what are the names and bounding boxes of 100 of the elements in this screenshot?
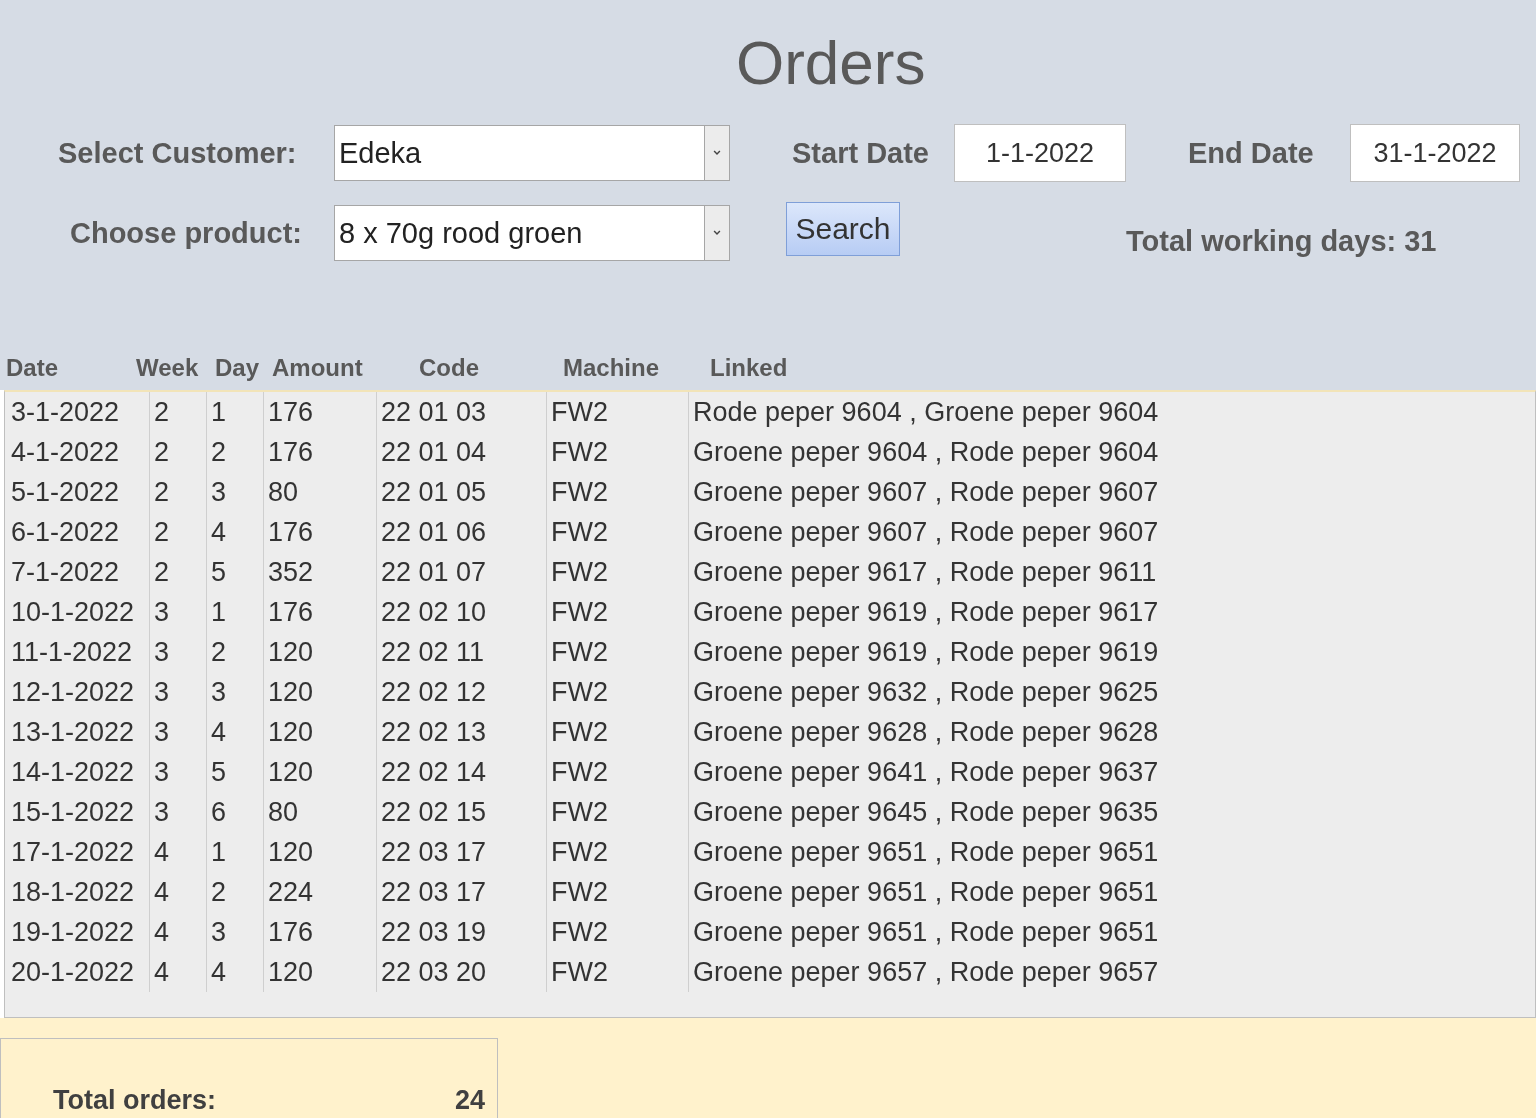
- table-cell: 2: [149, 392, 206, 433]
- table-cell-text: 5-1-2022: [10, 476, 121, 510]
- table-cell-text: 3-1-2022: [10, 396, 121, 430]
- table-cell: 3: [149, 712, 206, 753]
- table-cell-text: 4-1-2022: [10, 436, 121, 470]
- table-cell: 22 01 04: [376, 432, 546, 473]
- product-dropdown[interactable]: 8 x 70g rood groen: [334, 205, 730, 261]
- table-cell: Rode peper 9604 , Groene peper 9604: [688, 392, 1535, 433]
- table-cell: 22 02 11: [376, 632, 546, 673]
- table-cell: 3: [206, 912, 263, 953]
- table-cell: Groene peper 9651 , Rode peper 9651: [688, 832, 1535, 873]
- table-cell: 1: [206, 392, 263, 433]
- table-cell: 3: [206, 472, 263, 513]
- table-cell: Groene peper 9604 , Rode peper 9604: [688, 432, 1535, 473]
- table-cell: 5: [206, 752, 263, 793]
- table-cell: 224: [263, 872, 376, 913]
- table-cell: FW2: [546, 552, 688, 593]
- column-header: Week: [136, 354, 200, 383]
- table-cell: Groene peper 9657 , Rode peper 9657: [688, 952, 1535, 993]
- table-cell-text: 13-1-2022: [10, 716, 136, 750]
- table-cell: 2: [149, 512, 206, 553]
- table-cell: 120: [263, 752, 376, 793]
- table-cell: 4: [149, 832, 206, 873]
- table-cell-text: 11-1-2022: [10, 636, 134, 670]
- table-cell: FW2: [546, 712, 688, 753]
- table-cell: 4: [149, 872, 206, 913]
- table-cell: FW2: [546, 472, 688, 513]
- column-header: Date: [5, 354, 60, 383]
- table-cell: FW2: [546, 832, 688, 873]
- table-cell: 3: [149, 672, 206, 713]
- table-cell: Groene peper 9607 , Rode peper 9607: [688, 512, 1535, 553]
- start-date-label: Start Date: [792, 136, 930, 170]
- table-cell: 120: [263, 632, 376, 673]
- table-cell: 120: [263, 952, 376, 993]
- table-cell: 2: [149, 552, 206, 593]
- table-cell: 80: [263, 472, 376, 513]
- search-button[interactable]: Search: [786, 202, 900, 256]
- table-cell: 3: [149, 592, 206, 633]
- table-cell: Groene peper 9619 , Rode peper 9619: [688, 632, 1535, 673]
- table-cell: 2: [206, 872, 263, 913]
- table-cell: 22 02 14: [376, 752, 546, 793]
- table-cell: 4: [206, 512, 263, 553]
- table-cell: Groene peper 9632 , Rode peper 9625: [688, 672, 1535, 713]
- table-cell: FW2: [546, 872, 688, 913]
- column-header: Machine: [563, 354, 661, 383]
- table-cell: 3: [149, 752, 206, 793]
- table-cell: Groene peper 9641 , Rode peper 9637: [688, 752, 1535, 793]
- start-date-field[interactable]: 1-1-2022: [954, 124, 1126, 182]
- table-cell: FW2: [546, 632, 688, 673]
- table-cell: Groene peper 9617 , Rode peper 9611: [688, 552, 1535, 593]
- table-cell-text: 18-1-2022: [10, 876, 136, 910]
- working-days-label: Total working days: 31: [1126, 224, 1437, 258]
- end-date-label: End Date: [1188, 136, 1315, 170]
- table-cell: 120: [263, 832, 376, 873]
- end-date-field[interactable]: 31-1-2022: [1350, 124, 1520, 182]
- table-cell: 176: [263, 912, 376, 953]
- product-label: Choose product:: [70, 216, 303, 250]
- table-cell: FW2: [546, 912, 688, 953]
- table-cell: 120: [263, 712, 376, 753]
- table-cell: FW2: [546, 792, 688, 833]
- table-cell: 1: [206, 832, 263, 873]
- table-cell: 80: [263, 792, 376, 833]
- table-cell-text: 20-1-2022: [10, 956, 136, 990]
- table-cell-text: 15-1-2022: [10, 796, 136, 830]
- table-cell: 1: [206, 592, 263, 633]
- table-cell: FW2: [546, 952, 688, 993]
- table-cell-text: 12-1-2022: [10, 676, 136, 710]
- table-cell: 3: [206, 672, 263, 713]
- customer-dropdown[interactable]: Edeka: [334, 125, 730, 181]
- table-cell: 4: [149, 952, 206, 993]
- table-cell: 5: [206, 552, 263, 593]
- table-cell: 22 03 19: [376, 912, 546, 953]
- column-header: Linked: [710, 354, 789, 383]
- table-cell: 22 02 12: [376, 672, 546, 713]
- table-cell: Groene peper 9651 , Rode peper 9651: [688, 912, 1535, 953]
- table-cell: 352: [263, 552, 376, 593]
- table-cell: 2: [149, 472, 206, 513]
- table-cell: FW2: [546, 592, 688, 633]
- table-cell: 176: [263, 432, 376, 473]
- table-cell: 176: [263, 392, 376, 433]
- table-cell: 4: [149, 912, 206, 953]
- total-orders-value: 24: [454, 1085, 485, 1116]
- table-cell-text: 6-1-2022: [10, 516, 121, 550]
- table-cell-text: 19-1-2022: [10, 916, 136, 950]
- table-cell: 22 03 17: [376, 872, 546, 913]
- table-cell: 22 01 06: [376, 512, 546, 553]
- table-cell-text: 10-1-2022: [10, 596, 136, 630]
- table-cell: 176: [263, 512, 376, 553]
- table-cell: 2: [206, 632, 263, 673]
- table-cell-text: 14-1-2022: [10, 756, 136, 790]
- column-header: Day: [215, 354, 261, 383]
- table-cell: 6: [206, 792, 263, 833]
- table-cell-text: 7-1-2022: [10, 556, 121, 590]
- table-cell: 4: [206, 712, 263, 753]
- table-cell: 22 02 10: [376, 592, 546, 633]
- table-cell: Groene peper 9619 , Rode peper 9617: [688, 592, 1535, 633]
- table-cell: 2: [206, 432, 263, 473]
- table-cell: FW2: [546, 512, 688, 553]
- table-cell: 22 01 05: [376, 472, 546, 513]
- table-cell: 120: [263, 672, 376, 713]
